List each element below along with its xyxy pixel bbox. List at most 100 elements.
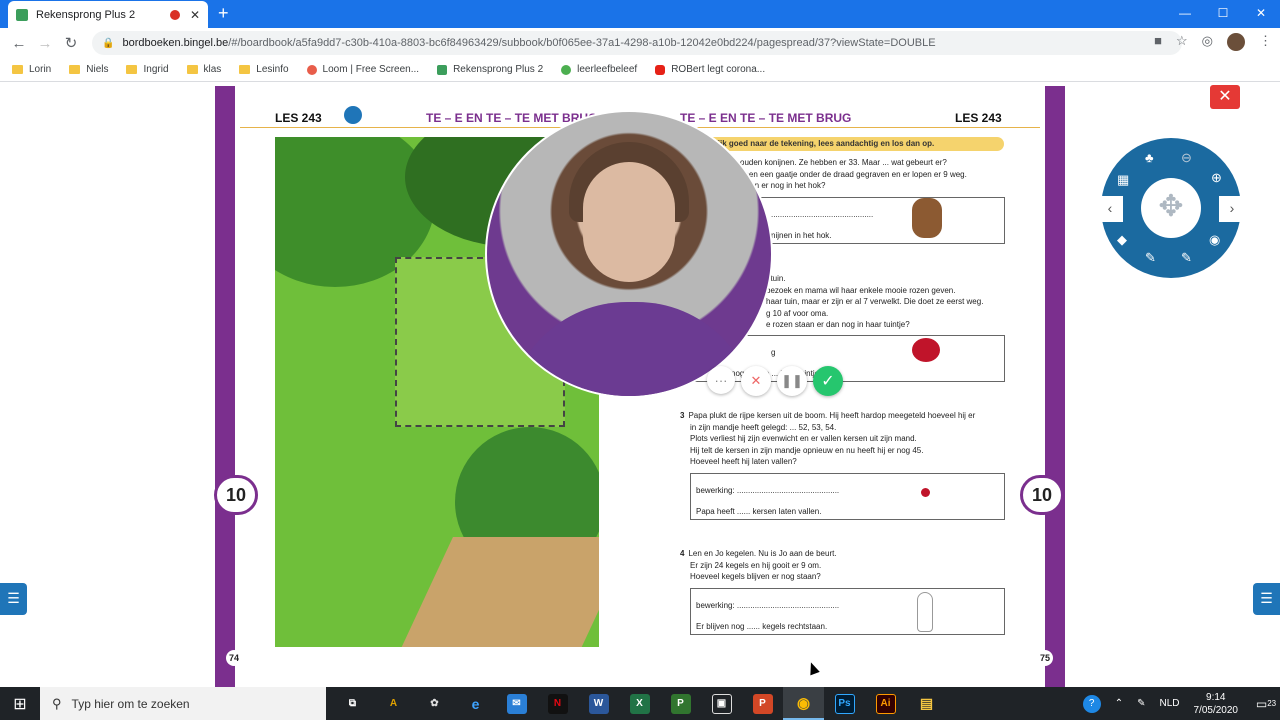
marker-icon[interactable]: ✎ xyxy=(1181,250,1192,266)
illustrator-app[interactable]: Ai xyxy=(865,687,906,720)
taskbar-search[interactable]: ⚲ Typ hier om te zoeken xyxy=(40,687,326,720)
close-overlay-button[interactable]: ✕ xyxy=(1210,85,1240,109)
maximize-button[interactable]: ☐ xyxy=(1204,0,1242,28)
illustrator-icon: Ai xyxy=(875,693,896,714)
exercise-1-text: ouden konijnen. Ze hebben er 33. Maar ..… xyxy=(740,158,967,190)
pages-icon[interactable]: ▦ xyxy=(1117,172,1129,188)
rekensprong-icon xyxy=(437,64,448,75)
word-app[interactable]: W xyxy=(578,687,619,720)
bowling-path xyxy=(397,537,599,647)
next-page-button[interactable]: › xyxy=(1219,196,1245,222)
pen-icon[interactable]: ✎ xyxy=(1145,250,1156,266)
camera-icon[interactable]: ■ xyxy=(1154,33,1162,51)
eraser-icon[interactable]: ◆ xyxy=(1117,232,1127,248)
notification-count: 23 xyxy=(1267,699,1277,708)
start-button[interactable]: ⊞ xyxy=(0,694,40,714)
notification-center[interactable]: ▭ 23 xyxy=(1252,687,1280,720)
profile-avatar[interactable] xyxy=(1227,33,1245,51)
page-edge-left xyxy=(215,86,235,687)
clock-time: 9:14 xyxy=(1206,691,1226,703)
bookmark-robert[interactable]: ROBert legt corona... xyxy=(655,64,765,75)
media-icon[interactable] xyxy=(344,106,362,124)
pen-tray-icon[interactable]: ✎ xyxy=(1137,698,1145,709)
answer-box-4: bewerking: .............................… xyxy=(690,588,1005,635)
url-path: /#/boardbook/a5fa9dd7-c30b-410a-8803-bc6… xyxy=(228,37,936,49)
toolbar-icons: ■ ☆ ◎ ⋮ xyxy=(1154,33,1272,51)
taskbar-apps: ⧉ A ✿ e ✉ N W X P ▣ P ◉ Ps Ai ▤ xyxy=(332,687,947,720)
recorder-more-button[interactable]: ··· xyxy=(707,366,735,394)
taskbar-clock[interactable]: 9:14 7/05/2020 xyxy=(1194,691,1239,717)
bookmark-lorin[interactable]: Lorin xyxy=(12,64,51,75)
recorder-confirm-button[interactable]: ✓ xyxy=(813,366,843,396)
bookmark-niels[interactable]: Niels xyxy=(69,64,108,75)
bird-app[interactable]: ✿ xyxy=(414,687,455,720)
loom-icon xyxy=(306,64,317,75)
address-bar[interactable]: 🔒 bordboeken.bingel.be /#/boardbook/a5fa… xyxy=(92,31,1182,55)
chrome-app[interactable]: ◉ xyxy=(783,687,824,720)
sitemap-icon[interactable]: ♣ xyxy=(1145,150,1154,165)
bookmark-loom[interactable]: Loom | Free Screen... xyxy=(306,64,419,75)
excel-icon: X xyxy=(629,693,650,714)
previous-page-button[interactable]: ‹ xyxy=(1097,196,1123,222)
tray-chevron-icon[interactable]: ⌃ xyxy=(1115,698,1123,709)
answer-line-1[interactable]: nijnen in het hok. xyxy=(771,231,832,240)
exercise-2-text: ntuin. bezoek en mama wil haar enkele mo… xyxy=(766,274,984,329)
exercise-4-text: 4 Len en Jo kegelen. Nu is Jo aan de beur… xyxy=(680,549,837,581)
recorder-pause-button[interactable]: ❚❚ xyxy=(777,366,807,396)
bookmark-lesinfo[interactable]: Lesinfo xyxy=(239,64,289,75)
taskview-button[interactable]: ⧉ xyxy=(332,687,373,720)
powerpoint-app[interactable]: P xyxy=(742,687,783,720)
forward-icon[interactable]: → xyxy=(32,35,58,52)
excel-app[interactable]: X xyxy=(619,687,660,720)
minimize-button[interactable]: — xyxy=(1166,0,1204,28)
search-zoom-icon[interactable]: ◉ xyxy=(1209,232,1220,248)
language-indicator[interactable]: NLD xyxy=(1159,698,1179,709)
chapter-tab-right: 10 xyxy=(1020,475,1064,515)
word-icon: W xyxy=(588,693,609,714)
explorer-app[interactable]: ▤ xyxy=(906,687,947,720)
bookmark-leerleefbeleef[interactable]: leerleefbeleef xyxy=(561,64,637,75)
notification-icon: ▭ xyxy=(1255,696,1268,711)
close-tab-icon[interactable]: ✕ xyxy=(190,8,200,22)
zoom-in-icon[interactable]: ⊕ xyxy=(1211,170,1222,186)
acrobat-app[interactable]: A xyxy=(373,687,414,720)
move-icon[interactable]: ✥ xyxy=(1141,178,1201,238)
leerleefbeleef-icon xyxy=(561,64,572,75)
work-line-3[interactable]: bewerking: .............................… xyxy=(696,486,839,495)
edge-app[interactable]: e xyxy=(455,687,496,720)
folder-icon xyxy=(126,65,138,74)
photos-app[interactable]: ▣ xyxy=(701,687,742,720)
bookmark-rekensprong[interactable]: Rekensprong Plus 2 xyxy=(437,64,543,75)
bookmark-klas[interactable]: klas xyxy=(186,64,221,75)
netflix-app[interactable]: N xyxy=(537,687,578,720)
menu-dots-icon[interactable]: ⋮ xyxy=(1259,33,1272,51)
mail-app[interactable]: ✉ xyxy=(496,687,537,720)
help-icon[interactable]: ? xyxy=(1082,694,1101,713)
bookmark-ingrid[interactable]: Ingrid xyxy=(126,64,169,75)
bookmarks-bar: Lorin Niels Ingrid klas Lesinfo Loom | F… xyxy=(0,58,1280,82)
close-window-button[interactable]: ✕ xyxy=(1242,0,1280,28)
page-edge-right xyxy=(1045,86,1065,687)
tab-rekensprong[interactable]: Rekensprong Plus 2 ✕ xyxy=(8,1,208,28)
page-viewport: 10 10 LES 243 TE – E EN TE – TE MET BRUG… xyxy=(0,83,1280,687)
recorder-cancel-button[interactable]: ✕ xyxy=(741,366,771,396)
answer-line-4[interactable]: Er blijven nog ...... kegels rechtstaan. xyxy=(696,622,827,631)
work-line-4[interactable]: bewerking: .............................… xyxy=(696,601,839,610)
url-host: bordboeken.bingel.be xyxy=(122,37,229,49)
bookmark-star-icon[interactable]: ☆ xyxy=(1176,33,1188,51)
extension-icon[interactable]: ◎ xyxy=(1202,33,1213,51)
work-line-2[interactable]: g xyxy=(771,348,775,357)
windows-taskbar: ⊞ ⚲ Typ hier om te zoeken ⧉ A ✿ e ✉ N W … xyxy=(0,687,1280,720)
project-app[interactable]: P xyxy=(660,687,701,720)
reload-icon[interactable]: ↻ xyxy=(58,34,84,52)
right-menu-button[interactable]: ☰ xyxy=(1253,583,1280,615)
window-controls: — ☐ ✕ xyxy=(1166,0,1280,28)
answer-line-3[interactable]: Papa heeft ...... kersen laten vallen. xyxy=(696,507,821,516)
photoshop-app[interactable]: Ps xyxy=(824,687,865,720)
webcam-bubble[interactable] xyxy=(485,110,773,398)
left-menu-button[interactable]: ☰ xyxy=(0,583,27,615)
work-line-1[interactable]: ........................................… xyxy=(771,210,873,219)
zoom-out-icon[interactable]: ⊖ xyxy=(1181,150,1192,166)
back-icon[interactable]: ← xyxy=(6,35,32,52)
new-tab-button[interactable]: + xyxy=(218,3,229,24)
